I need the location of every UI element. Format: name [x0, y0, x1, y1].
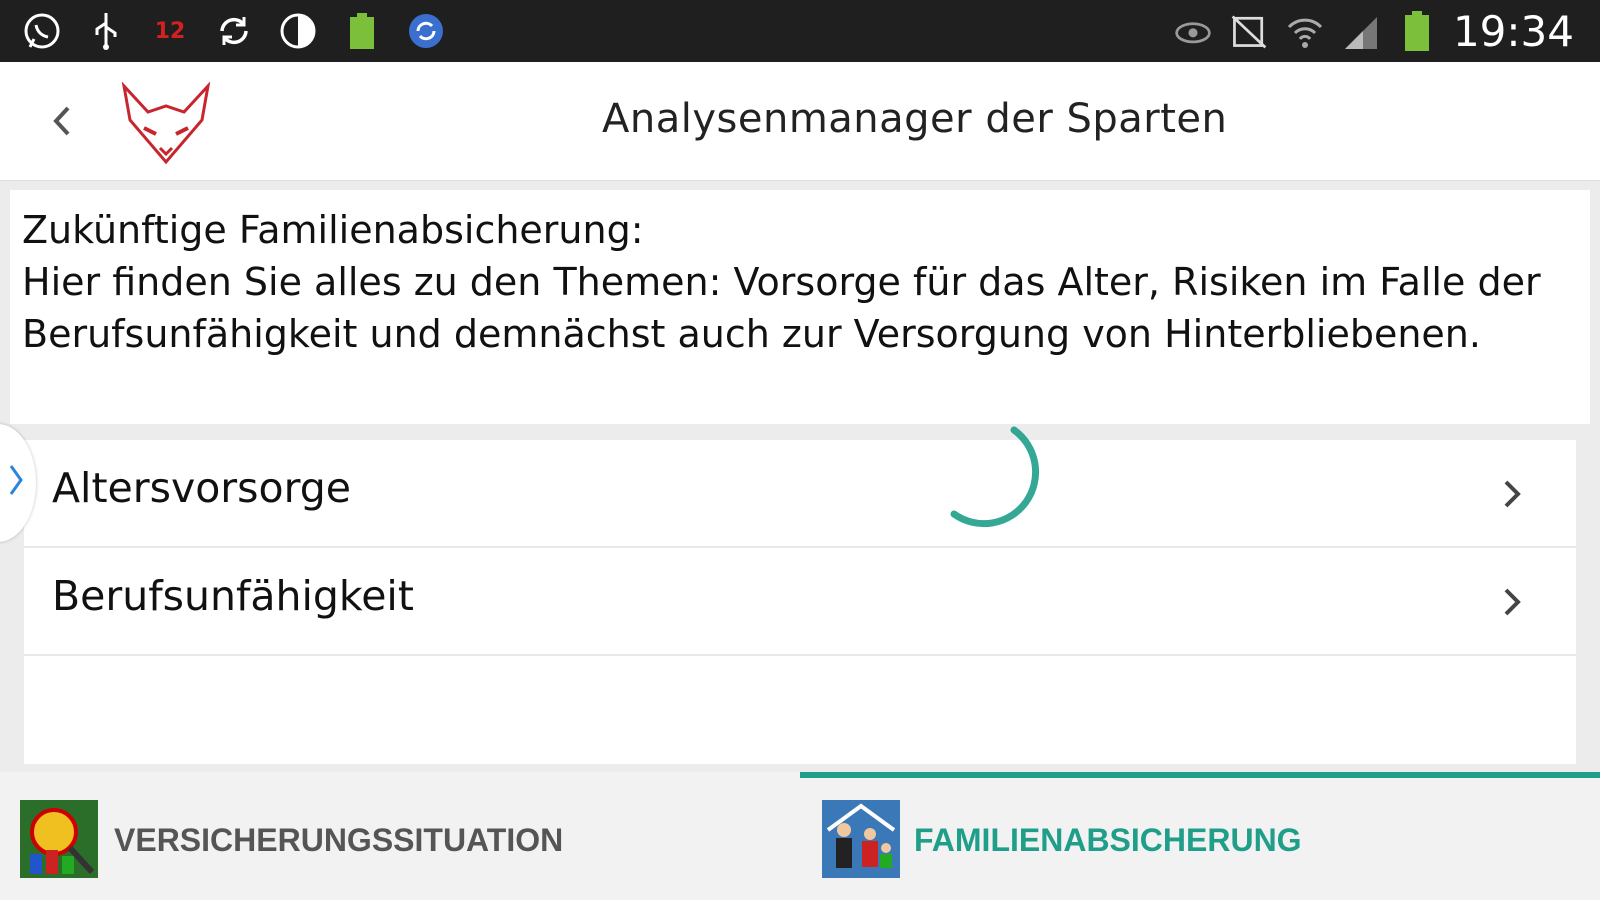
description-heading: Zukünftige Familienabsicherung: [22, 208, 644, 252]
tab-familienabsicherung[interactable]: FAMILIENABSICHERUNG [800, 772, 1600, 900]
tab-label: VERSICHERUNGSSITUATION [114, 822, 564, 858]
list-item-berufsunfaehigkeit[interactable]: Berufsunfähigkeit [24, 548, 1576, 656]
clock: 19:34 [1452, 6, 1574, 56]
tab-label: FAMILIENABSICHERUNG [914, 822, 1302, 858]
status-icons-right: 19:34 [1173, 0, 1600, 62]
battery-icon [1397, 11, 1437, 51]
signal-icon [1341, 11, 1381, 51]
category-list: Altersvorsorge Berufsunfähigkeit [24, 440, 1576, 764]
status-bar: 12 19:34 [0, 0, 1600, 62]
badge-icon: 12 [154, 18, 186, 44]
eye-icon [1173, 11, 1213, 51]
back-button[interactable] [40, 98, 80, 144]
contrast-icon [278, 11, 318, 51]
wifi-icon [1285, 11, 1325, 51]
insurance-situation-icon [20, 800, 98, 878]
fox-logo-icon [118, 81, 214, 168]
chevron-right-icon [1504, 588, 1521, 616]
description-body: Hier finden Sie alles zu den Themen: Vor… [22, 260, 1541, 356]
usb-icon [86, 11, 126, 51]
list-item-altersvorsorge[interactable]: Altersvorsorge [24, 440, 1576, 548]
chevron-right-icon [9, 465, 23, 495]
refresh-circle-icon [406, 11, 446, 51]
no-nfc-icon [1229, 11, 1269, 51]
chevron-right-icon [1504, 480, 1521, 508]
tab-versicherungssituation[interactable]: VERSICHERUNGSSITUATION [0, 772, 800, 900]
bottom-tab-bar: VERSICHERUNGSSITUATION FAMILIENABSICHERU… [0, 772, 1600, 900]
description-panel: Zukünftige Familienabsicherung: Hier fin… [10, 190, 1590, 424]
family-icon [822, 800, 900, 878]
list-item-label: Altersvorsorge [52, 464, 351, 512]
whatsapp-icon [22, 11, 62, 51]
battery-green-icon [342, 11, 382, 51]
tab-selected-indicator [800, 772, 1600, 778]
status-icons-left: 12 [22, 0, 446, 62]
list-item-label: Berufsunfähigkeit [52, 572, 414, 620]
chevron-left-icon [53, 106, 70, 136]
action-bar: Analysenmanager der Sparten [0, 62, 1600, 181]
loading-spinner [930, 418, 1040, 528]
page-title: Analysenmanager der Sparten [602, 96, 1228, 142]
sync-icon [214, 11, 254, 51]
